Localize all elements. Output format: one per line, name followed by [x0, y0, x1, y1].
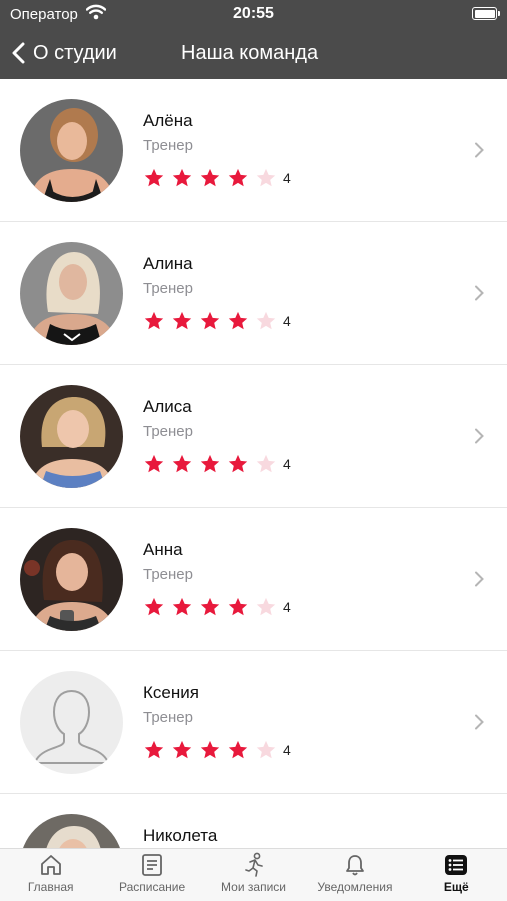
- star-icon: [200, 597, 220, 616]
- tab-notifications[interactable]: Уведомления: [304, 849, 405, 901]
- tab-bar: Главная Расписание Мои записи Уведомлени…: [0, 848, 507, 901]
- trainer-photo: [20, 385, 123, 488]
- top-bar: Оператор 20:55 О студии Наша команда: [0, 0, 507, 79]
- running-person-icon: [244, 852, 263, 877]
- star-icon: [228, 740, 248, 759]
- status-bar: Оператор 20:55: [0, 0, 507, 28]
- trainer-photo: [20, 671, 123, 774]
- rating-value: 4: [283, 599, 291, 615]
- star-icon: [256, 740, 276, 759]
- rating-stars: 4: [143, 739, 291, 761]
- trainer-row[interactable]: Алиса Тренер 4: [0, 365, 507, 508]
- navigation-bar: О студии Наша команда: [0, 28, 507, 79]
- rating-stars: 4: [143, 596, 291, 618]
- star-icon: [200, 311, 220, 330]
- chevron-right-icon: [475, 571, 484, 587]
- trainer-role: Тренер: [143, 423, 193, 440]
- star-icon: [228, 311, 248, 330]
- star-icon: [172, 597, 192, 616]
- chevron-right-icon: [475, 714, 484, 730]
- trainer-row[interactable]: Анна Тренер 4: [0, 508, 507, 651]
- chevron-right-icon: [475, 285, 484, 301]
- chevron-left-icon: [12, 42, 25, 64]
- rating-stars: 4: [143, 310, 291, 332]
- trainer-role: Тренер: [143, 280, 193, 297]
- tab-home[interactable]: Главная: [0, 849, 101, 901]
- tab-home-label: Главная: [27, 880, 74, 894]
- star-icon: [172, 740, 192, 759]
- home-icon: [40, 855, 61, 875]
- tab-schedule-label: Расписание: [119, 880, 186, 894]
- star-icon: [256, 168, 276, 187]
- status-time: 20:55: [233, 5, 274, 22]
- trainer-name: Ксения: [143, 683, 199, 702]
- list-icon: [445, 855, 468, 875]
- star-icon: [228, 597, 248, 616]
- star-icon: [228, 454, 248, 473]
- back-button[interactable]: О студии: [12, 37, 117, 69]
- star-icon: [256, 454, 276, 473]
- trainer-role: Тренер: [143, 566, 193, 583]
- trainer-row[interactable]: Алина Тренер 4: [0, 222, 507, 365]
- trainer-row[interactable]: Алёна Тренер 4: [0, 79, 507, 222]
- trainer-role: Тренер: [143, 709, 193, 726]
- star-icon: [144, 454, 164, 473]
- trainer-name: Алиса: [143, 397, 192, 416]
- page-title: Наша команда: [181, 42, 319, 64]
- trainer-photo: [20, 242, 123, 345]
- back-label: О студии: [33, 41, 117, 64]
- star-icon: [172, 454, 192, 473]
- star-icon: [200, 454, 220, 473]
- tab-schedule[interactable]: Расписание: [101, 849, 202, 901]
- trainer-photo: [20, 99, 123, 202]
- tab-notifications-label: Уведомления: [317, 880, 393, 894]
- star-icon: [256, 311, 276, 330]
- trainer-photo: [20, 814, 123, 848]
- trainer-row[interactable]: Ксения Тренер 4: [0, 651, 507, 794]
- star-icon: [144, 740, 164, 759]
- trainer-name: Алёна: [143, 111, 193, 130]
- trainer-row[interactable]: Николета: [0, 794, 507, 848]
- tab-more[interactable]: Ещё: [406, 849, 507, 901]
- tab-my-bookings[interactable]: Мои записи: [203, 849, 304, 901]
- trainer-name: Анна: [143, 540, 183, 559]
- battery-icon: [472, 7, 500, 20]
- star-icon: [172, 168, 192, 187]
- star-icon: [256, 597, 276, 616]
- star-icon: [228, 168, 248, 187]
- star-icon: [144, 168, 164, 187]
- star-icon: [144, 311, 164, 330]
- chevron-right-icon: [475, 428, 484, 444]
- star-icon: [200, 168, 220, 187]
- chevron-right-icon: [475, 142, 484, 158]
- star-icon: [200, 740, 220, 759]
- trainer-list: Алёна Тренер 4 Алина Тренер 4 Алиса Трен…: [0, 79, 507, 848]
- trainer-name: Алина: [143, 254, 193, 273]
- rating-stars: 4: [143, 453, 291, 475]
- tab-more-label: Ещё: [443, 880, 469, 894]
- schedule-icon: [142, 854, 163, 876]
- trainer-name: Николета: [143, 826, 218, 845]
- rating-value: 4: [283, 456, 291, 472]
- rating-value: 4: [283, 170, 291, 186]
- star-icon: [144, 597, 164, 616]
- rating-value: 4: [283, 742, 291, 758]
- rating-stars: 4: [143, 167, 291, 189]
- tab-my-bookings-label: Мои записи: [221, 880, 286, 894]
- bell-icon: [346, 855, 364, 876]
- trainer-role: Тренер: [143, 137, 193, 154]
- rating-value: 4: [283, 313, 291, 329]
- trainer-photo: [20, 528, 123, 631]
- star-icon: [172, 311, 192, 330]
